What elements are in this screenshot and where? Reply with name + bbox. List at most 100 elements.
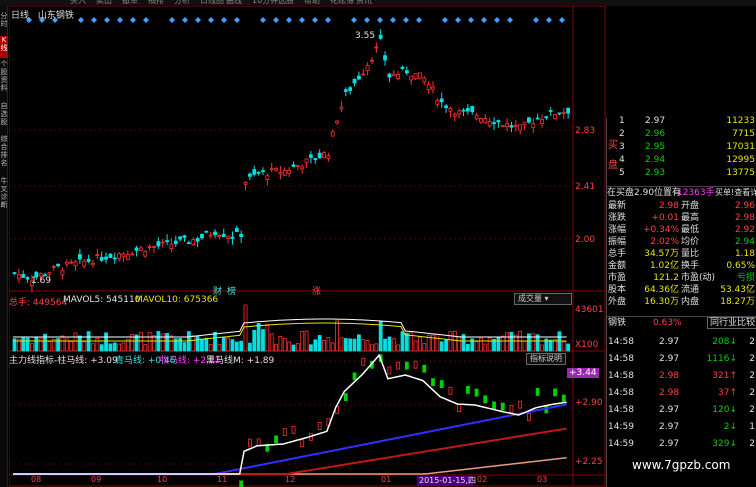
- order-volume: 17031: [726, 142, 755, 152]
- trade-volume: 321↑: [712, 371, 737, 381]
- order-price: 2.97: [645, 116, 666, 126]
- indicator-help-button[interactable]: 指标说明: [526, 353, 566, 365]
- stat-label: 股本: [608, 285, 627, 295]
- stat-value: 34.57万: [644, 249, 679, 259]
- order-level: 2: [619, 129, 625, 139]
- stat-value: 18.27万: [720, 297, 755, 307]
- trade-time: 14:58: [608, 388, 634, 398]
- trade-row: 14:59 2.97 2↓ 1: [607, 421, 756, 433]
- order-row: 4 2.94 12995: [607, 154, 756, 166]
- x-axis-label: 10: [157, 475, 168, 484]
- trade-count: 2: [749, 405, 755, 415]
- stat-label: 开盘: [681, 201, 700, 211]
- trade-price: 2.97: [659, 422, 680, 432]
- stat-label: 市盈: [608, 273, 627, 283]
- stat-label: 金额: [608, 261, 627, 271]
- volume-unit-label: X100: [575, 340, 599, 350]
- order-price: 2.94: [645, 155, 666, 165]
- trade-count: 1: [749, 422, 755, 432]
- trade-time: 14:58: [608, 354, 634, 364]
- x-axis-label: 11: [217, 475, 228, 484]
- trade-count: 2: [749, 354, 755, 364]
- trade-time: 14:58: [608, 337, 634, 347]
- mavol10-label: MAVOL10: 675366: [135, 295, 219, 305]
- trade-count: 2: [749, 439, 755, 449]
- notice-text: 在买盘2.90位置有: [607, 188, 682, 198]
- stat-value: 53.43亿: [720, 285, 755, 295]
- order-level: 4: [619, 155, 625, 165]
- trade-price: 2.98: [659, 388, 680, 398]
- event-marker: 榜: [227, 287, 237, 297]
- left-tab[interactable]: 个股资料: [0, 60, 8, 100]
- stat-value: 16.30万: [644, 297, 679, 307]
- left-tab[interactable]: 自选股: [0, 102, 8, 133]
- stat-row: 总手 34.57万 量比 1.18: [607, 248, 756, 260]
- order-price: 2.96: [645, 129, 666, 139]
- stat-value: 2.98: [658, 201, 679, 211]
- big-order-notice[interactable]: 在买盘2.90位置有12363手买单!查看详细: [607, 186, 756, 198]
- trade-price: 2.98: [659, 371, 680, 381]
- stat-value: 2.94: [734, 237, 755, 247]
- left-tab[interactable]: K线: [0, 36, 8, 58]
- x-axis-label: 2015-01-15,四: [419, 476, 477, 485]
- trade-price: 2.97: [659, 439, 680, 449]
- industry-compare-button[interactable]: 同行业比较: [707, 317, 756, 329]
- indicator-line3-label: 黑马线M: +1.89: [206, 356, 275, 366]
- order-row: 1 2.97 11233: [607, 115, 756, 127]
- stat-value: 0.65%: [726, 261, 755, 271]
- volume-total-label: 总手: 449564: [9, 298, 68, 308]
- trade-price: 2.97: [659, 405, 680, 415]
- trade-count: 2: [749, 371, 755, 381]
- trade-volume: 208↓: [712, 337, 737, 347]
- indicator-axis-tick: +2.90: [575, 398, 603, 408]
- stat-value: 2.92: [734, 225, 755, 235]
- price-low-label: 1.69: [31, 276, 52, 286]
- trade-row: 14:58 2.97 208↓ 2: [607, 336, 756, 348]
- stat-label: 最低: [681, 225, 700, 235]
- industry-name: 钢铁: [608, 318, 627, 328]
- trade-count: 2: [749, 388, 755, 398]
- left-tab-strip: 分时 K线个股资料自选股综合排名牛叉诊断: [0, 6, 8, 487]
- stat-label: 量比: [681, 249, 700, 259]
- x-axis-label: 02: [477, 475, 488, 484]
- volume-dropdown[interactable]: 成交量 ▾: [514, 293, 572, 305]
- stat-label: 流通: [681, 285, 700, 295]
- stat-value: 64.36亿: [644, 285, 679, 295]
- stat-row: 外盘 16.30万 内盘 18.27万: [607, 296, 756, 308]
- trade-volume: 120↓: [712, 405, 737, 415]
- left-tab[interactable]: 分时: [0, 12, 8, 34]
- order-level: 3: [619, 142, 625, 152]
- stat-label: 最高: [681, 213, 700, 223]
- stat-row: 振幅 2.02% 均价 2.94: [607, 236, 756, 248]
- stat-label: 市盈(动): [681, 273, 716, 283]
- left-tab[interactable]: 牛叉诊断: [0, 177, 8, 217]
- trade-time: 14:58: [608, 371, 634, 381]
- quote-panel: 买盘 1 2.97 11233 2 2.96 7715 3 2.95 17031 4 2.94 1299…: [606, 115, 756, 487]
- trade-volume: 329↓: [712, 439, 737, 449]
- stat-row: 涨跌 +0.01 最高 2.98: [607, 212, 756, 224]
- left-tab[interactable]: 综合排名: [0, 135, 8, 175]
- trade-volume: 37↑: [718, 388, 737, 398]
- stat-label: 换手: [681, 261, 700, 271]
- order-volume: 7715: [732, 129, 755, 139]
- trade-price: 2.97: [659, 354, 680, 364]
- trade-price: 2.97: [659, 337, 680, 347]
- stat-label: 均价: [681, 237, 700, 247]
- x-axis-label: 08: [31, 475, 42, 484]
- trade-time: 14:59: [608, 422, 634, 432]
- price-axis-tick: 2.41: [575, 182, 596, 192]
- stat-label: 总手: [608, 249, 627, 259]
- event-marker: 涨: [312, 287, 322, 297]
- order-price: 2.93: [645, 168, 666, 178]
- trade-row: 14:58 2.98 321↑ 2: [607, 370, 756, 382]
- x-axis-label: 09: [91, 475, 102, 484]
- stat-label: 振幅: [608, 237, 627, 247]
- order-row: 3 2.95 17031: [607, 141, 756, 153]
- stat-value: 2.96: [734, 201, 755, 211]
- chart-labels: 3.55 1.69 2.83 2.41 2.00 财榜涨总手: 449564 MAVOL5:…: [9, 6, 606, 487]
- stat-value: +0.01: [651, 213, 679, 223]
- indicator-axis-tick: +2.25: [575, 457, 603, 467]
- order-volume: 13775: [726, 168, 755, 178]
- industry-change: 0.63%: [653, 318, 682, 328]
- price-peak-label: 3.55: [355, 31, 376, 41]
